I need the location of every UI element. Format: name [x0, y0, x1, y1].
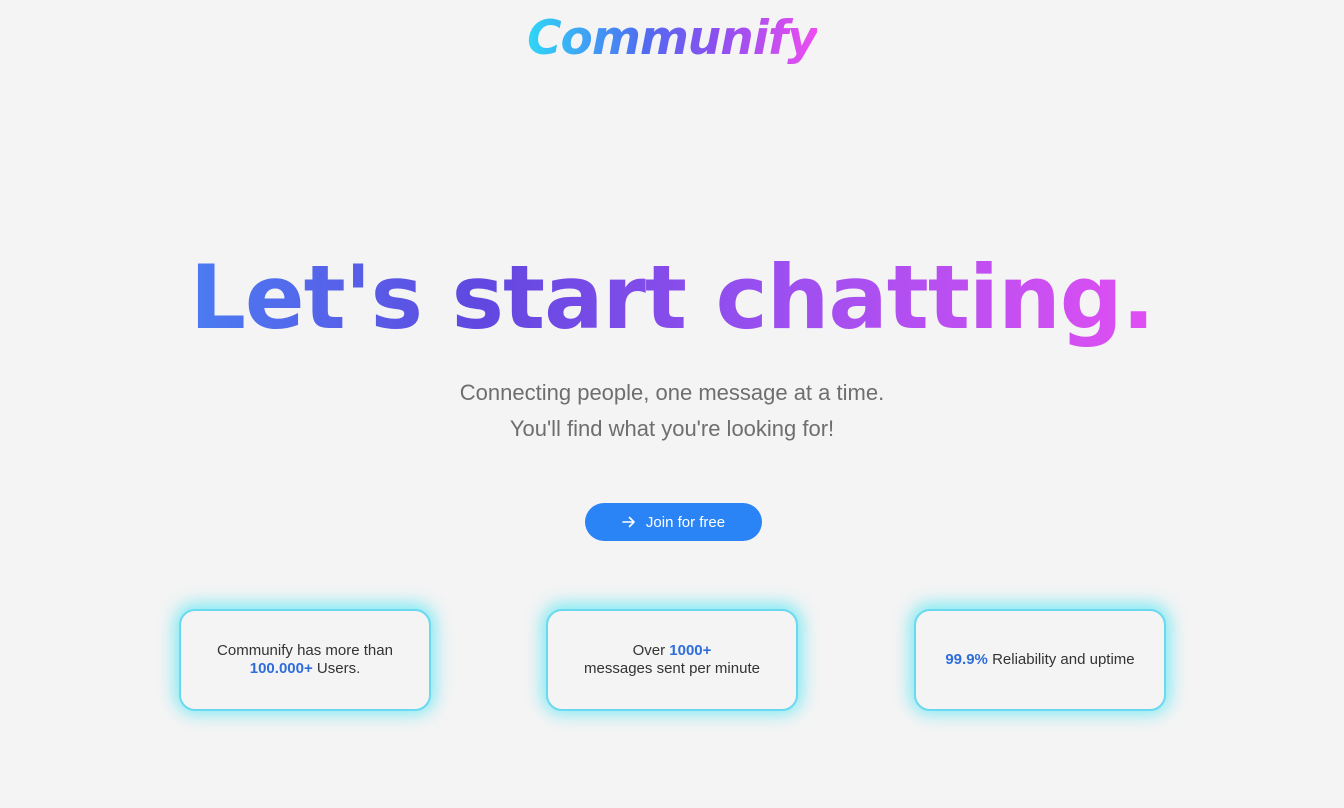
- hero-subtitle-line-1: Connecting people, one message at a time…: [459, 380, 885, 405]
- hero-title-text: Let's start chatting.: [189, 246, 1155, 349]
- stat-card-users-text: Communify has more than 100.000+ Users.: [217, 642, 393, 678]
- stat-uptime-suffix: Reliability and uptime: [992, 651, 1135, 668]
- stat-card-messages-text: Over 1000+ messages sent per minute: [584, 642, 760, 678]
- stat-users-value: 100.000+: [249, 660, 313, 677]
- stat-card-messages: Over 1000+ messages sent per minute: [546, 609, 798, 711]
- join-for-free-label: Join for free: [645, 513, 726, 531]
- hero-subtitle-line-2: You'll find what you're looking for!: [509, 416, 835, 441]
- stat-messages-prefix: Over: [632, 642, 666, 659]
- stat-card-uptime-text: 99.9% Reliability and uptime: [945, 651, 1134, 669]
- stat-users-suffix: Users.: [316, 660, 361, 677]
- stat-card-users: Communify has more than 100.000+ Users.: [179, 609, 431, 711]
- stat-uptime-value: 99.9%: [945, 651, 988, 668]
- landing-page: Communify Let's start chatting. Connecti…: [0, 0, 1344, 808]
- stat-messages-suffix: messages sent per minute: [584, 660, 760, 677]
- join-for-free-button[interactable]: Join for free: [585, 503, 762, 541]
- brand-logo-text: Communify: [527, 11, 818, 66]
- arrow-right-icon: [622, 516, 636, 528]
- stat-card-uptime: 99.9% Reliability and uptime: [914, 609, 1166, 711]
- hero-title: Let's start chatting.: [0, 240, 1344, 356]
- stat-messages-value: 1000+: [669, 642, 712, 659]
- stat-users-prefix: Communify has more than: [217, 642, 393, 659]
- brand-logo[interactable]: Communify: [0, 4, 1344, 74]
